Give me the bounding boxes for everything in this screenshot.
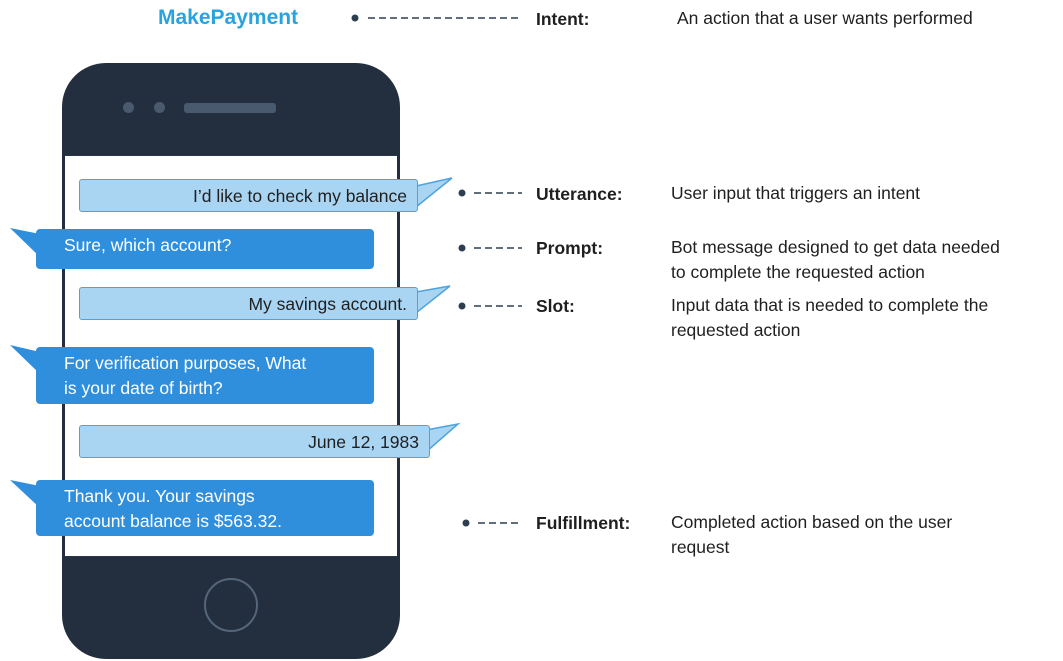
definition-line: to complete the requested action bbox=[671, 262, 925, 282]
definition-line: User input that triggers an intent bbox=[671, 183, 921, 203]
definition-line: requested action bbox=[671, 320, 801, 340]
term-fulfillment: Fulfillment: bbox=[536, 513, 631, 533]
connector-dot bbox=[351, 14, 359, 22]
definition-line: An action that a user wants performed bbox=[677, 8, 973, 28]
definition-line: Completed action based on the user bbox=[671, 512, 953, 532]
definition-slot: Input data that is needed to complete th… bbox=[671, 293, 988, 343]
connector-dot bbox=[458, 244, 466, 252]
connector-dot bbox=[458, 189, 466, 197]
definition-line: request bbox=[671, 537, 730, 557]
definition-fulfillment: Completed action based on the user reque… bbox=[671, 510, 952, 560]
connector-dot bbox=[462, 519, 470, 527]
connector-dot bbox=[458, 302, 466, 310]
definition-intent: An action that a user wants performed bbox=[677, 6, 973, 31]
definition-utterance: User input that triggers an intent bbox=[671, 181, 920, 206]
definition-line: Bot message designed to get data needed bbox=[671, 237, 1000, 257]
definition-prompt: Bot message designed to get data needed … bbox=[671, 235, 1000, 285]
term-utterance: Utterance: bbox=[536, 184, 623, 204]
definition-line: Input data that is needed to complete th… bbox=[671, 295, 989, 315]
term-prompt: Prompt: bbox=[536, 238, 604, 258]
term-slot: Slot: bbox=[536, 296, 575, 316]
term-intent: Intent: bbox=[536, 9, 590, 29]
